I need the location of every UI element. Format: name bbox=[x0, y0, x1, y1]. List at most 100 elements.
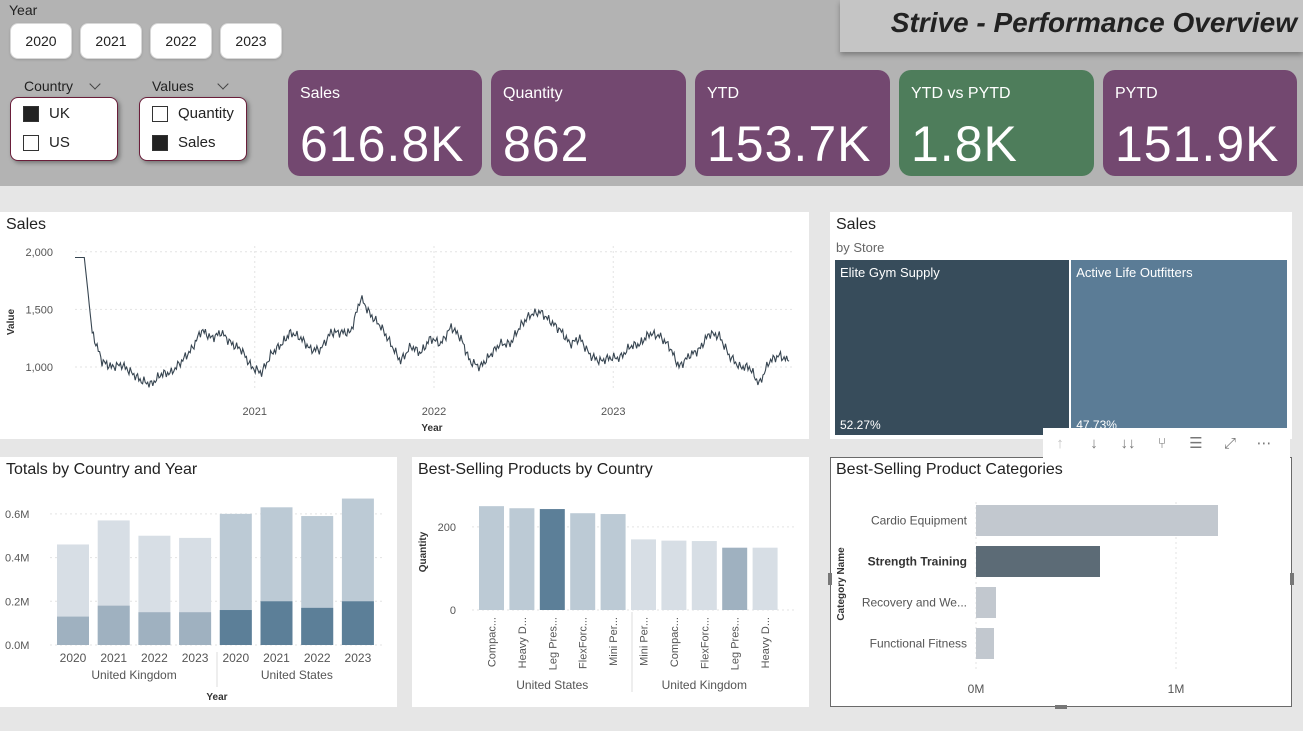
report-title: Strive - Performance Overview bbox=[890, 7, 1297, 38]
bar bbox=[976, 546, 1100, 577]
x-tick-label: 2023 bbox=[601, 406, 625, 418]
visual-header-toolbar: ↑ ↓ ↓↓ ⑂ ☰ ⤢ ⋯ bbox=[1043, 428, 1290, 458]
country-option-us[interactable]: US bbox=[23, 134, 70, 151]
checkbox-unchecked-icon[interactable] bbox=[152, 105, 168, 122]
country-slicer-header[interactable]: Country bbox=[24, 78, 101, 94]
x-tick-label: 2022 bbox=[422, 406, 446, 418]
kpi-card-quantity[interactable]: Quantity 862 bbox=[491, 70, 686, 176]
x-tick-label: 2023 bbox=[182, 651, 209, 665]
checkbox-checked-icon[interactable] bbox=[23, 105, 39, 122]
bar bbox=[976, 628, 994, 659]
treemap-tile-label: Active Life Outfitters bbox=[1076, 265, 1193, 280]
values-option-quantity[interactable]: Quantity bbox=[152, 105, 234, 122]
y-axis-title: Quantity bbox=[418, 531, 429, 572]
kpi-value: 151.9K bbox=[1115, 116, 1280, 172]
bar-segment-lower bbox=[97, 605, 130, 645]
x-group-label: United Kingdom bbox=[662, 678, 747, 692]
chart-title: Sales bbox=[836, 216, 877, 233]
x-tick-label: FlexForc... bbox=[699, 617, 711, 669]
sales-line-chart-card[interactable]: Sales 1,000 1,500 2,000 2021 2022 2023 Year Val… bbox=[0, 212, 809, 439]
bar bbox=[752, 547, 778, 610]
sales-line bbox=[75, 256, 790, 388]
more-options-icon[interactable]: ⋯ bbox=[1247, 429, 1281, 457]
y-axis-title: Category Name bbox=[836, 547, 847, 621]
expand-hierarchy-icon[interactable]: ⑂ bbox=[1145, 429, 1179, 457]
bar bbox=[570, 513, 596, 610]
x-axis-title: Year bbox=[206, 692, 227, 703]
bar-segment-lower bbox=[219, 610, 252, 645]
values-slicer-header[interactable]: Values bbox=[152, 78, 229, 94]
country-slicer-label: Country bbox=[24, 78, 74, 94]
chevron-down-icon[interactable] bbox=[217, 78, 229, 90]
x-tick-label: 2020 bbox=[60, 651, 87, 665]
x-tick-label: 2022 bbox=[304, 651, 331, 665]
arrow-down-icon[interactable]: ↓ bbox=[1077, 429, 1111, 457]
kpi-card-sales[interactable]: Sales 616.8K bbox=[288, 70, 482, 176]
kpi-value: 616.8K bbox=[300, 116, 465, 172]
sales-line-chart: 1,000 1,500 2,000 2021 2022 2023 Year Value bbox=[6, 246, 795, 434]
kpi-card-ytd[interactable]: YTD 153.7K bbox=[695, 70, 890, 176]
x-tick-label: Heavy D... bbox=[517, 617, 529, 668]
totals-by-country-year-card[interactable]: Totals by Country and Year 0.0M 0.2M 0.4M 0… bbox=[0, 457, 397, 707]
country-option-uk[interactable]: UK bbox=[23, 105, 70, 122]
best-selling-categories-card[interactable]: Best-Selling Product Categories 0M 1M Cate… bbox=[830, 457, 1292, 707]
year-button-2023[interactable]: 2023 bbox=[220, 23, 282, 59]
best-selling-products-card[interactable]: Best-Selling Products by Country 0 200 Qua… bbox=[412, 457, 809, 707]
y-tick-label: Recovery and We... bbox=[862, 596, 967, 610]
arrow-up-icon[interactable]: ↑ bbox=[1043, 429, 1077, 457]
bar-segment-lower bbox=[260, 601, 293, 645]
x-tick-label: Compac... bbox=[669, 617, 681, 667]
bar bbox=[509, 508, 535, 610]
totals-stacked-bar-chart: 0.0M 0.2M 0.4M 0.6M 2020 2021 2022 2023 2020 2021… bbox=[5, 498, 385, 703]
x-tick-label: 2021 bbox=[263, 651, 290, 665]
kpi-label: Quantity bbox=[503, 85, 563, 102]
kpi-label: YTD bbox=[707, 85, 739, 102]
year-button-2022[interactable]: 2022 bbox=[150, 23, 212, 59]
year-slicer-label: Year bbox=[9, 2, 38, 18]
bar bbox=[976, 587, 996, 618]
bar-segment-lower bbox=[301, 607, 334, 645]
y-tick-label: 1,000 bbox=[25, 362, 53, 374]
treemap-tile[interactable]: Elite Gym Supply 52.27% bbox=[835, 260, 1070, 435]
x-tick-label: 2021 bbox=[100, 651, 127, 665]
bar bbox=[479, 506, 504, 610]
x-tick-label: Leg Pres... bbox=[730, 617, 742, 670]
checkbox-checked-icon[interactable] bbox=[152, 134, 168, 151]
treemap-tile[interactable]: Active Life Outfitters 47.73% bbox=[1071, 260, 1287, 435]
y-tick-label: 2,000 bbox=[25, 247, 53, 259]
kpi-label: Sales bbox=[300, 85, 341, 102]
y-tick-label: 0 bbox=[450, 605, 456, 617]
treemap-area: Elite Gym Supply 52.27% Active Life Outfit… bbox=[835, 260, 1287, 435]
bar-segment-lower bbox=[341, 601, 374, 645]
year-button-2020[interactable]: 2020 bbox=[10, 23, 72, 59]
year-button-2021[interactable]: 2021 bbox=[80, 23, 142, 59]
chevron-down-icon[interactable] bbox=[89, 78, 101, 90]
x-tick-label: Compac... bbox=[487, 617, 499, 667]
filter-icon[interactable]: ☰ bbox=[1179, 429, 1213, 457]
values-option-sales[interactable]: Sales bbox=[152, 134, 216, 151]
x-group-label: United Kingdom bbox=[91, 668, 176, 682]
y-tick-label: 200 bbox=[438, 522, 456, 534]
x-tick-label: Leg Pres... bbox=[547, 617, 559, 670]
y-tick-label: 0.6M bbox=[5, 509, 29, 521]
x-tick-label: Mini Per... bbox=[608, 617, 620, 666]
x-tick-label: Mini Per... bbox=[639, 617, 651, 666]
bar-segment-lower bbox=[57, 616, 89, 645]
focus-mode-icon[interactable]: ⤢ bbox=[1213, 429, 1247, 457]
kpi-value: 153.7K bbox=[707, 116, 872, 172]
sales-by-store-treemap-card[interactable]: Sales by Store Elite Gym Supply 52.27% Act… bbox=[830, 212, 1292, 439]
products-bar-chart: 0 200 Quantity Compac... Heavy D... Leg Pres.… bbox=[418, 506, 797, 692]
y-tick-label: 0.4M bbox=[5, 553, 29, 565]
values-option-label: Sales bbox=[178, 134, 216, 151]
double-arrow-down-icon[interactable]: ↓↓ bbox=[1111, 429, 1145, 457]
bar bbox=[661, 540, 687, 610]
country-option-label: US bbox=[49, 134, 70, 151]
kpi-card-pytd[interactable]: PYTD 151.9K bbox=[1103, 70, 1297, 176]
checkbox-unchecked-icon[interactable] bbox=[23, 134, 39, 151]
kpi-card-ytd-vs-pytd[interactable]: YTD vs PYTD 1.8K bbox=[899, 70, 1094, 176]
treemap-tile-percent: 52.27% bbox=[840, 418, 881, 432]
bar bbox=[631, 539, 656, 610]
y-tick-label: 1,500 bbox=[25, 304, 53, 316]
y-tick-label: Strength Training bbox=[868, 555, 967, 569]
chart-subtitle: by Store bbox=[836, 240, 885, 255]
